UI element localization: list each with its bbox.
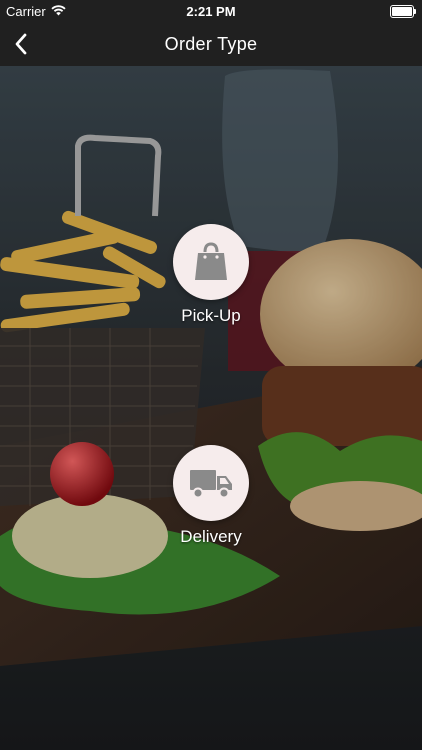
status-time: 2:21 PM	[186, 4, 236, 19]
pickup-option[interactable]: Pick-Up	[0, 224, 422, 326]
shopping-bag-icon	[195, 242, 227, 280]
food-background-image	[0, 66, 422, 750]
battery-icon	[390, 5, 416, 18]
navigation-bar: Order Type	[0, 22, 422, 66]
status-bar: Carrier 2:21 PM	[0, 0, 422, 22]
delivery-button[interactable]	[173, 445, 249, 521]
page-title: Order Type	[164, 34, 258, 54]
delivery-option[interactable]: Delivery	[0, 445, 422, 547]
truck-icon	[190, 470, 232, 499]
pickup-label: Pick-Up	[181, 306, 241, 325]
delivery-label: Delivery	[180, 527, 242, 546]
pickup-button[interactable]	[173, 224, 249, 300]
